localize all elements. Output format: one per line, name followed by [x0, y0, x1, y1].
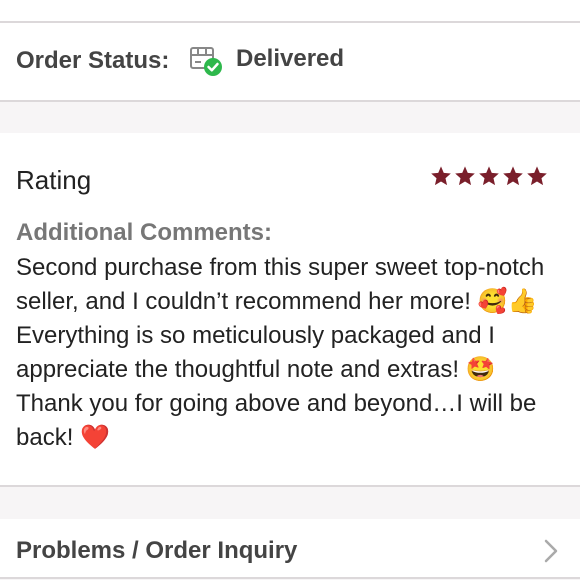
chevron-right-icon — [544, 539, 558, 563]
star-icon — [479, 166, 499, 186]
star-icon — [527, 166, 547, 186]
star-icon — [455, 166, 475, 186]
divider — [0, 577, 580, 579]
review-comment: Second purchase from this super sweet to… — [16, 254, 545, 451]
additional-comments-label: Additional Comments: — [16, 219, 272, 246]
order-status-label: Order Status: — [16, 47, 170, 74]
divider — [0, 485, 580, 487]
divider — [0, 100, 580, 102]
problems-order-inquiry-label: Problems / Order Inquiry — [16, 537, 298, 564]
package-delivered-icon — [190, 47, 222, 76]
order-status-value: Delivered — [236, 45, 345, 72]
rating-section: Rating Additional Comments: Second purch… — [0, 133, 580, 485]
rating-stars — [430, 165, 548, 187]
star-icon — [503, 166, 523, 186]
problems-order-inquiry-row[interactable]: Problems / Order Inquiry — [0, 519, 580, 577]
star-icon — [431, 166, 451, 186]
previous-section — [0, 0, 580, 21]
order-status-row: Order Status: Delivered — [0, 23, 580, 100]
rating-title: Rating — [16, 165, 92, 195]
